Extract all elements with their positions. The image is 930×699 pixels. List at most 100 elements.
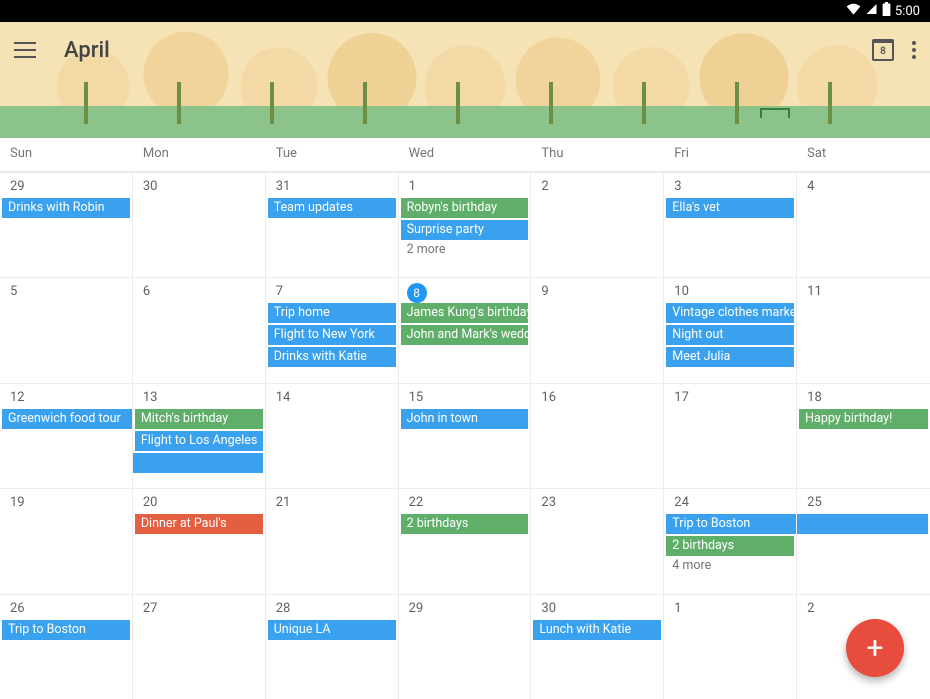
day-cell[interactable]: 15John in town [399,383,532,488]
plus-icon: + [866,631,883,666]
day-number: 20 [133,493,265,514]
day-number: 19 [0,493,132,514]
event-chip[interactable] [797,514,928,534]
event-chip[interactable]: Greenwich food tour [2,409,132,429]
event-chip[interactable]: Trip home [268,303,396,323]
event-chip[interactable]: Drinks with Robin [2,198,130,218]
event-chip[interactable]: 2 birthdays [666,536,794,556]
dow-fri: Fri [664,138,797,171]
today-button[interactable]: 8 [872,39,894,61]
day-cell[interactable]: 28Unique LA [266,594,399,699]
day-cell[interactable]: 2 [531,172,664,277]
event-chip[interactable]: Team updates [268,198,396,218]
day-cell[interactable]: 8James Kung's birthdayJohn and Mark's we… [399,277,532,382]
day-number: 2 [531,177,663,198]
event-chip[interactable]: Drinks with Katie [268,347,396,367]
bench-decoration [760,108,790,118]
day-number: 12 [0,388,132,409]
status-time: 5:00 [895,4,920,19]
day-cell[interactable]: 7Trip homeFlight to New YorkDrinks with … [266,277,399,382]
overflow-menu-icon[interactable] [912,41,916,59]
day-number: 18 [797,388,930,409]
day-number: 29 [0,177,132,198]
day-cell[interactable]: 14 [266,383,399,488]
event-chip[interactable]: Surprise party [401,220,529,240]
day-cell[interactable]: 30 [133,172,266,277]
day-cell[interactable]: 30Lunch with Katie [531,594,664,699]
day-number: 10 [664,282,796,303]
event-chip[interactable]: Robyn's birthday [401,198,529,218]
day-cell[interactable]: 23 [531,488,664,593]
event-chip[interactable]: Vintage clothes market [666,303,794,323]
event-chip[interactable]: Mitch's birthday [135,409,263,429]
day-cell[interactable]: 1 [664,594,797,699]
event-chip[interactable]: Dinner at Paul's [135,514,263,534]
day-cell[interactable]: 20Dinner at Paul's [133,488,266,593]
more-events-link[interactable]: 2 more [399,240,531,257]
signal-icon [865,3,878,19]
create-event-fab[interactable]: + [846,619,904,677]
event-chip[interactable]: 2 birthdays [401,514,529,534]
dow-sat: Sat [797,138,930,171]
day-number: 6 [133,282,265,303]
day-number: 13 [133,388,265,409]
day-cell[interactable]: 19 [0,488,133,593]
day-number: 29 [399,599,531,620]
day-cell[interactable]: 18Happy birthday! [797,383,930,488]
day-cell[interactable]: 4 [797,172,930,277]
event-chip[interactable] [133,453,263,473]
day-cell[interactable]: 3Ella's vet [664,172,797,277]
day-cell[interactable]: 222 birthdays [399,488,532,593]
dow-wed: Wed [399,138,532,171]
day-cell[interactable]: 12Greenwich food tour [0,383,133,488]
day-number: 27 [133,599,265,620]
month-grid[interactable]: 29Drinks with Robin3031Team updates1Roby… [0,172,930,699]
event-chip[interactable]: Trip to Boston [666,514,796,534]
event-chip[interactable]: Happy birthday! [799,409,928,429]
day-cell[interactable]: 29 [399,594,532,699]
wifi-icon [846,3,861,19]
event-chip[interactable]: John in town [401,409,529,429]
day-cell[interactable]: 24Trip to Boston2 birthdays4 more [664,488,797,593]
day-number: 7 [266,282,398,303]
menu-icon[interactable] [14,42,36,58]
event-chip[interactable]: Meet Julia [666,347,794,367]
day-cell[interactable]: 27 [133,594,266,699]
day-cell[interactable]: 16 [531,383,664,488]
battery-icon [882,2,891,20]
day-cell[interactable]: 1Robyn's birthdaySurprise party2 more [399,172,532,277]
day-cell[interactable]: 31Team updates [266,172,399,277]
day-number: 23 [531,493,663,514]
event-chip[interactable]: James Kung's birthday [401,303,529,323]
day-cell[interactable]: 9 [531,277,664,382]
event-chip[interactable]: John and Mark's wedding [401,325,529,345]
day-number: 1 [399,177,531,198]
event-chip[interactable]: Trip to Boston [2,620,130,640]
day-cell[interactable]: 13Mitch's birthdayFlight to Los Angeles [133,383,266,488]
day-cell[interactable]: 6 [133,277,266,382]
day-number: 21 [266,493,398,514]
event-chip[interactable]: Ella's vet [666,198,794,218]
day-cell[interactable]: 5 [0,277,133,382]
day-number: 2 [797,599,930,620]
day-cell[interactable]: 25 [797,488,930,593]
day-number: 14 [266,388,398,409]
day-cell[interactable]: 17 [664,383,797,488]
dow-sun: Sun [0,138,133,171]
event-chip[interactable]: Lunch with Katie [533,620,661,640]
day-cell[interactable]: 29Drinks with Robin [0,172,133,277]
day-number-today: 8 [407,283,427,303]
event-chip[interactable]: Flight to Los Angeles [135,431,263,451]
event-chip[interactable]: Flight to New York [268,325,396,345]
today-chip-number: 8 [880,46,886,57]
day-cell[interactable]: 21 [266,488,399,593]
day-number: 30 [133,177,265,198]
day-cell[interactable]: 26Trip to Boston [0,594,133,699]
day-cell[interactable]: 11 [797,277,930,382]
more-events-link[interactable]: 4 more [664,556,796,573]
day-number: 4 [797,177,930,198]
month-title[interactable]: April [64,38,110,63]
event-chip[interactable]: Night out [666,325,794,345]
event-chip[interactable]: Unique LA [268,620,396,640]
day-cell[interactable]: 10Vintage clothes marketNight outMeet Ju… [664,277,797,382]
